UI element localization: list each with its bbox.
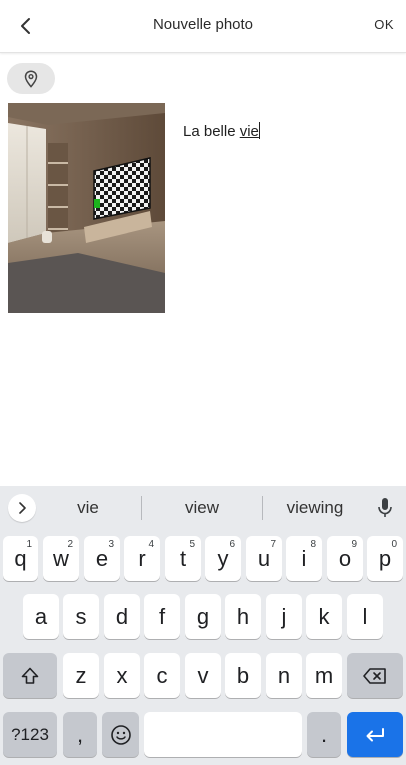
key-e[interactable]: e3 bbox=[84, 536, 120, 581]
key-i[interactable]: i8 bbox=[286, 536, 322, 581]
emoji-icon bbox=[110, 724, 131, 745]
key-s[interactable]: s bbox=[63, 594, 99, 639]
backspace-key[interactable] bbox=[347, 653, 403, 698]
period-key[interactable]: . bbox=[307, 712, 341, 757]
caption-text: La belle bbox=[183, 123, 240, 140]
key-hint: 4 bbox=[148, 539, 154, 550]
key-j[interactable]: j bbox=[266, 594, 302, 639]
key-hint: 5 bbox=[189, 539, 195, 550]
key-o[interactable]: o9 bbox=[327, 536, 363, 581]
key-hint: 0 bbox=[391, 539, 397, 550]
key-k[interactable]: k bbox=[306, 594, 342, 639]
key-y[interactable]: y6 bbox=[205, 536, 241, 581]
key-x[interactable]: x bbox=[104, 653, 140, 698]
key-hint: 6 bbox=[229, 539, 235, 550]
shift-key[interactable] bbox=[3, 653, 57, 698]
key-b[interactable]: b bbox=[225, 653, 261, 698]
enter-icon bbox=[366, 727, 384, 741]
microphone-icon bbox=[378, 498, 392, 517]
key-f[interactable]: f bbox=[144, 594, 180, 639]
key-label: q bbox=[14, 545, 27, 571]
symbols-key[interactable]: ?123 bbox=[3, 712, 57, 757]
key-t[interactable]: t5 bbox=[165, 536, 201, 581]
key-label: p bbox=[378, 545, 392, 571]
space-key[interactable] bbox=[144, 712, 302, 757]
photo-thumbnail[interactable] bbox=[8, 103, 165, 313]
key-hint: 8 bbox=[310, 539, 316, 550]
key-g[interactable]: g bbox=[185, 594, 221, 639]
voice-input-button[interactable] bbox=[374, 496, 396, 520]
ok-button[interactable]: OK bbox=[374, 17, 394, 32]
suggestion-1[interactable]: vie bbox=[48, 498, 128, 518]
key-u[interactable]: u7 bbox=[246, 536, 282, 581]
key-label: t bbox=[179, 545, 187, 571]
key-label: r bbox=[138, 545, 146, 571]
key-n[interactable]: n bbox=[266, 653, 302, 698]
key-w[interactable]: w2 bbox=[43, 536, 79, 581]
app-header: Nouvelle photo OK bbox=[0, 0, 406, 53]
key-m[interactable]: m bbox=[306, 653, 342, 698]
suggestion-3[interactable]: viewing bbox=[270, 498, 360, 518]
key-d[interactable]: d bbox=[104, 594, 140, 639]
key-label: e bbox=[95, 545, 109, 571]
key-q[interactable]: q1 bbox=[3, 536, 38, 581]
key-hint: 9 bbox=[351, 539, 357, 550]
expand-toolbar-button[interactable] bbox=[8, 494, 36, 522]
soft-keyboard: vie view viewing q1 w2 e3 r4 t5 y6 u7 i8… bbox=[0, 486, 406, 765]
key-h[interactable]: h bbox=[225, 594, 261, 639]
caption-composing-word: vie bbox=[239, 123, 259, 140]
key-label: i bbox=[301, 545, 307, 571]
comma-key[interactable]: , bbox=[63, 712, 97, 757]
emoji-key[interactable] bbox=[102, 712, 139, 757]
backspace-icon bbox=[363, 667, 386, 684]
page-title: Nouvelle photo bbox=[152, 16, 254, 33]
suggestion-divider bbox=[141, 496, 142, 520]
suggestion-bar: vie view viewing bbox=[0, 486, 406, 530]
key-label: y bbox=[217, 545, 229, 571]
caption-input[interactable]: La belle vie bbox=[183, 122, 260, 140]
chevron-right-icon bbox=[19, 502, 26, 514]
key-r[interactable]: r4 bbox=[124, 536, 160, 581]
shift-icon bbox=[21, 667, 39, 684]
map-pin-icon bbox=[24, 69, 38, 88]
room-photo-image bbox=[8, 103, 165, 313]
location-button[interactable] bbox=[7, 63, 55, 94]
key-hint: 3 bbox=[108, 539, 114, 550]
suggestion-2[interactable]: view bbox=[162, 498, 242, 518]
key-z[interactable]: z bbox=[63, 653, 99, 698]
key-label: o bbox=[338, 545, 352, 571]
key-v[interactable]: v bbox=[185, 653, 221, 698]
key-hint: 2 bbox=[67, 539, 73, 550]
text-caret bbox=[258, 122, 260, 139]
suggestion-divider bbox=[262, 496, 263, 520]
key-hint: 7 bbox=[270, 539, 276, 550]
key-p[interactable]: p0 bbox=[367, 536, 403, 581]
key-c[interactable]: c bbox=[144, 653, 180, 698]
key-l[interactable]: l bbox=[347, 594, 383, 639]
key-label: u bbox=[257, 545, 271, 571]
key-a[interactable]: a bbox=[23, 594, 59, 639]
enter-key[interactable] bbox=[347, 712, 403, 757]
key-hint: 1 bbox=[26, 539, 32, 550]
